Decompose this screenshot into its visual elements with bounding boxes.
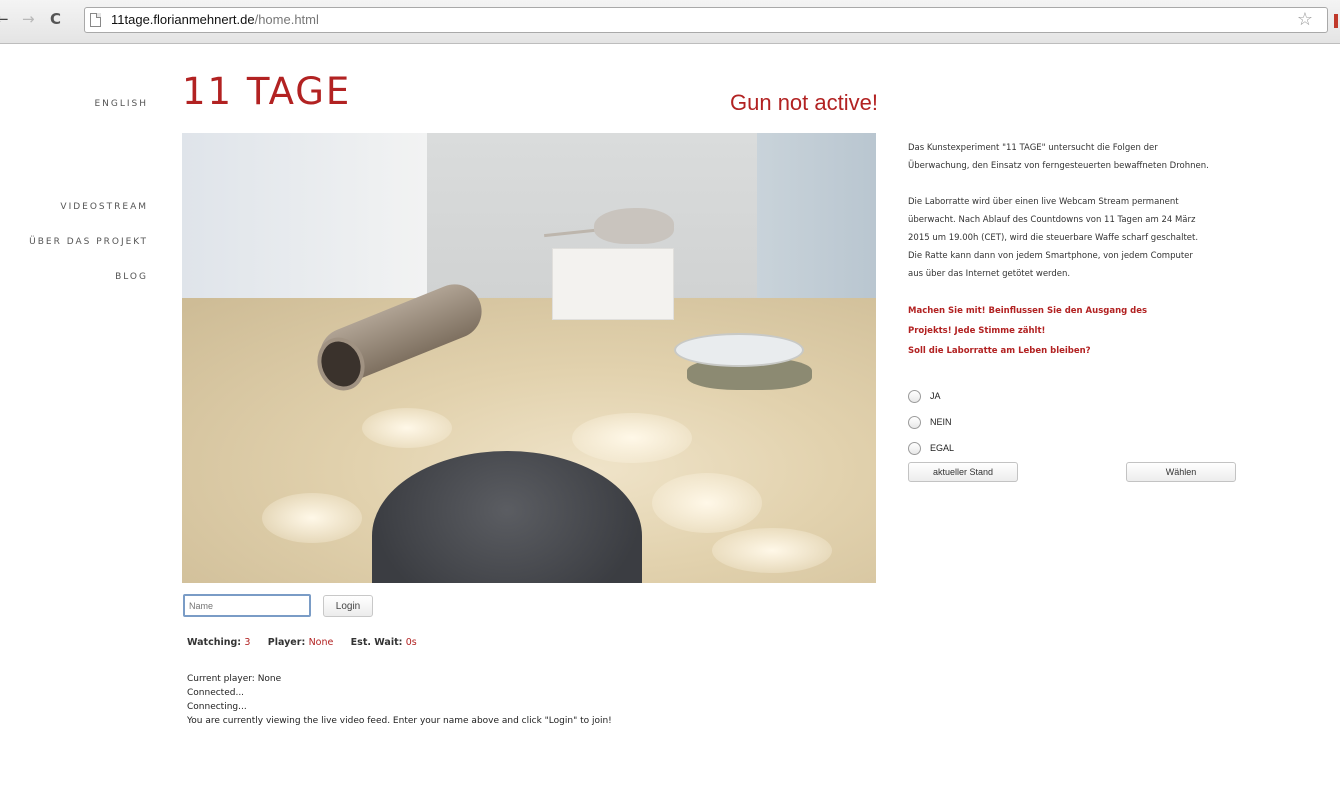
call-line: Projekts! Jede Stimme zählt!	[908, 326, 1046, 336]
language-link-english[interactable]: ENGLISH	[94, 99, 148, 109]
watching-label: Watching:	[187, 637, 242, 648]
log-line: Connecting...	[187, 702, 247, 712]
url-domain: 11tage.florianmehnert.de	[111, 12, 255, 27]
log-line: You are currently viewing the live video…	[187, 716, 612, 726]
page-icon	[90, 13, 101, 27]
nav-item-blog[interactable]: BLOG	[29, 272, 148, 307]
poll-option-nein[interactable]: NEIN	[908, 414, 952, 430]
log-line: Current player: None	[187, 674, 282, 684]
url-path: /home.html	[254, 12, 319, 27]
poll-option-label: NEIN	[930, 417, 952, 427]
radio-button[interactable]	[908, 389, 921, 403]
site-title: 11 TAGE	[182, 70, 352, 113]
video-stream	[182, 133, 876, 583]
current-standing-button[interactable]: aktueller Stand	[908, 462, 1018, 482]
poll-option-label: JA	[930, 391, 941, 401]
address-bar[interactable]: 11tage.florianmehnert.de/home.html ☆	[84, 7, 1328, 33]
forward-icon[interactable]: →	[22, 10, 35, 28]
poll-question: Soll die Laborratte am Leben bleiben?	[908, 346, 1091, 356]
radio-button[interactable]	[908, 415, 921, 429]
intro-paragraph: Das Kunstexperiment "11 TAGE" untersucht…	[908, 139, 1340, 175]
call-to-action: Machen Sie mit! Beinflussen Sie den Ausg…	[908, 301, 1340, 361]
nav-item-about-project[interactable]: ÜBER DAS PROJEKT	[29, 237, 148, 272]
player-value: None	[308, 637, 334, 648]
lab-rat	[594, 208, 674, 244]
login-button[interactable]: Login	[323, 595, 373, 617]
watching-value: 3	[244, 637, 251, 648]
status-log: Current player: None Connected... Connec…	[187, 672, 612, 728]
nav-item-videostream[interactable]: VIDEOSTREAM	[29, 202, 148, 237]
project-description: Das Kunstexperiment "11 TAGE" untersucht…	[908, 139, 1340, 361]
poll-option-ja[interactable]: JA	[908, 388, 941, 404]
reload-icon[interactable]: C	[50, 10, 61, 28]
side-navigation: VIDEOSTREAM ÜBER DAS PROJEKT BLOG	[29, 202, 148, 307]
url-text: 11tage.florianmehnert.de/home.html	[111, 12, 319, 27]
white-block	[552, 248, 674, 320]
gun-status: Gun not active!	[730, 90, 878, 115]
log-line: Connected...	[187, 688, 245, 698]
detail-line: überwacht. Nach Ablauf des Countdowns vo…	[908, 215, 1196, 225]
intro-line: Überwachung, den Einsatz von ferngesteue…	[908, 161, 1209, 171]
detail-line: aus über das Internet getötet werden.	[908, 269, 1071, 279]
detail-line: Die Laborratte wird über einen live Webc…	[908, 197, 1179, 207]
poll-option-label: EGAL	[930, 443, 955, 453]
wait-label: Est. Wait:	[350, 637, 403, 648]
radio-button[interactable]	[908, 441, 921, 455]
wait-value: 0s	[405, 637, 417, 648]
detail-paragraph: Die Laborratte wird über einen live Webc…	[908, 193, 1340, 283]
back-icon[interactable]: ←	[0, 10, 9, 28]
name-input[interactable]	[183, 594, 311, 617]
bookmark-star-icon[interactable]: ☆	[1297, 9, 1313, 31]
vote-button[interactable]: Wählen	[1126, 462, 1236, 482]
water-dish	[674, 333, 804, 367]
session-stats: Watching: 3 Player: None Est. Wait: 0s	[187, 637, 431, 648]
intro-line: Das Kunstexperiment "11 TAGE" untersucht…	[908, 143, 1158, 153]
detail-line: 2015 um 19.00h (CET), wird die steuerbar…	[908, 233, 1199, 243]
player-label: Player:	[267, 637, 306, 648]
call-line: Machen Sie mit! Beinflussen Sie den Ausg…	[908, 306, 1148, 316]
extension-icon[interactable]	[1334, 14, 1338, 28]
poll-option-egal[interactable]: EGAL	[908, 440, 954, 456]
browser-toolbar: ← → C 11tage.florianmehnert.de/home.html…	[0, 0, 1340, 44]
detail-line: Die Ratte kann dann von jedem Smartphone…	[908, 251, 1193, 261]
